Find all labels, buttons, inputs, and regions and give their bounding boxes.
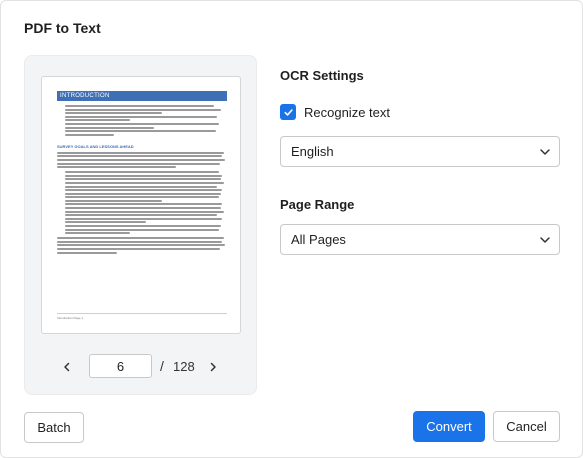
cancel-button[interactable]: Cancel bbox=[493, 411, 560, 442]
page-thumbnail: INTRODUCTION SURVEY GOALS AND LESSONS AH… bbox=[41, 76, 241, 334]
recognize-text-label: Recognize text bbox=[304, 104, 390, 120]
page-range-value: All Pages bbox=[291, 232, 346, 247]
total-pages: 128 bbox=[173, 359, 195, 374]
prev-page-button[interactable] bbox=[57, 356, 77, 378]
page-paragraph bbox=[57, 151, 227, 169]
chevron-down-icon bbox=[540, 237, 550, 243]
checkbox-box[interactable] bbox=[280, 104, 296, 120]
next-page-button[interactable] bbox=[203, 356, 223, 378]
page-sub-heading: SURVEY GOALS AND LESSONS AHEAD bbox=[57, 143, 134, 149]
page-navigator: / 128 bbox=[25, 354, 258, 380]
chevron-down-icon bbox=[540, 149, 550, 155]
batch-button[interactable]: Batch bbox=[24, 412, 84, 443]
pdf-to-text-dialog: PDF to Text INTRODUCTION SURVEY GOALS AN… bbox=[0, 0, 583, 458]
page-range-select[interactable]: All Pages bbox=[280, 224, 560, 255]
page-numbered-list bbox=[57, 171, 227, 235]
convert-button[interactable]: Convert bbox=[413, 411, 485, 442]
page-number-input[interactable] bbox=[89, 354, 152, 378]
page-paragraph-2 bbox=[57, 237, 227, 254]
ocr-settings-label: OCR Settings bbox=[280, 68, 364, 83]
recognize-text-checkbox[interactable]: Recognize text bbox=[280, 102, 390, 122]
page-separator: / bbox=[160, 358, 164, 374]
dialog-title: PDF to Text bbox=[24, 20, 101, 36]
chevron-left-icon bbox=[64, 362, 70, 372]
page-footer: Introduction Page 1 bbox=[57, 313, 227, 321]
chevron-right-icon bbox=[210, 362, 216, 372]
check-icon bbox=[283, 108, 293, 116]
page-content: INTRODUCTION SURVEY GOALS AND LESSONS AH… bbox=[57, 91, 227, 255]
page-bullet-list bbox=[57, 105, 227, 136]
preview-panel: INTRODUCTION SURVEY GOALS AND LESSONS AH… bbox=[24, 55, 257, 395]
language-select[interactable]: English bbox=[280, 136, 560, 167]
page-heading: INTRODUCTION bbox=[57, 91, 227, 101]
page-range-label: Page Range bbox=[280, 197, 355, 212]
language-value: English bbox=[291, 144, 334, 159]
